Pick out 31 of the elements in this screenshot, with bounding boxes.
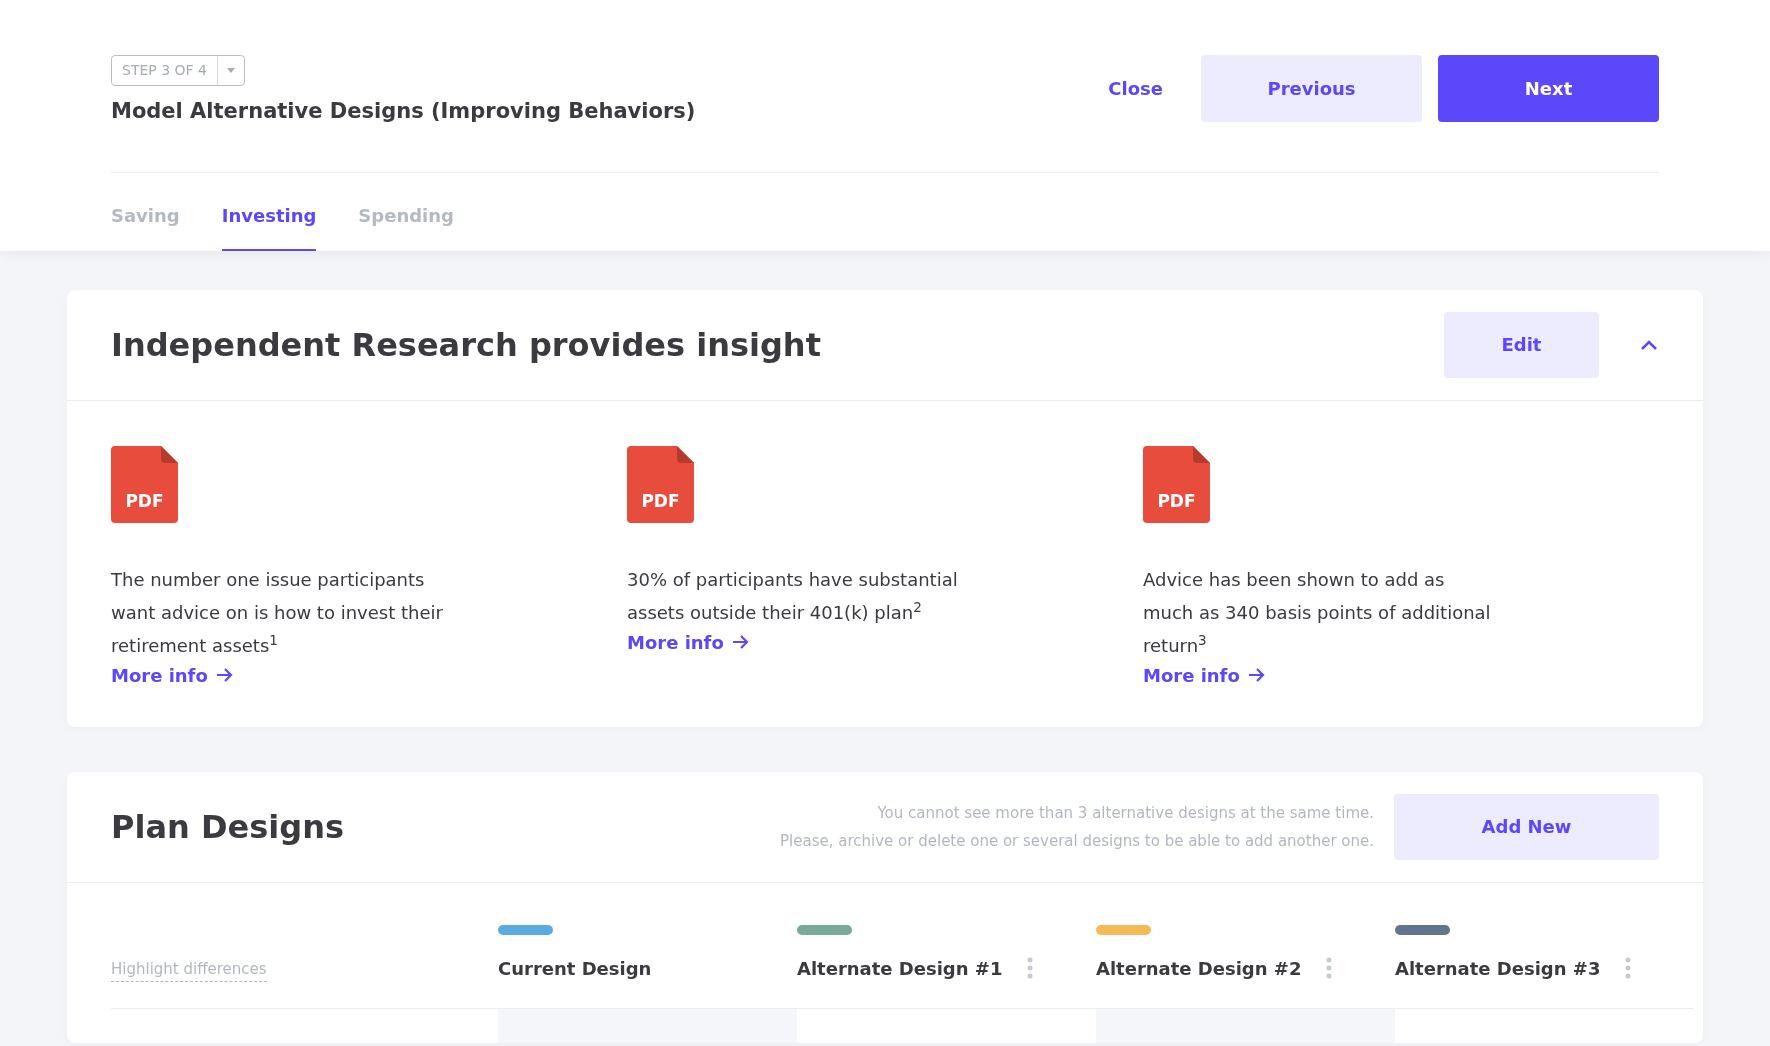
edit-button[interactable]: Edit	[1444, 311, 1599, 378]
more-info-link[interactable]: More info	[111, 661, 233, 689]
arrow-right-icon	[731, 635, 749, 649]
caret-icon	[226, 68, 235, 73]
info-text: Please, archive or delete one or several designs to be able to add another one.	[780, 830, 1374, 852]
design-name: Alternate Design #3	[1395, 956, 1602, 981]
research-text: 30% of participants have substantial assets outside their 401(k) plan$^{2}$	[627, 567, 959, 625]
more-info-link[interactable]: More info	[627, 628, 749, 656]
more-options-icon[interactable]	[1326, 957, 1332, 979]
previous-button[interactable]: Previous	[1201, 55, 1422, 122]
more-options-icon[interactable]	[1027, 957, 1033, 979]
arrow-right-icon	[1247, 668, 1265, 682]
pdf-icon[interactable]: PDF	[111, 445, 178, 523]
next-button[interactable]: Next	[1438, 55, 1659, 122]
pdf-icon[interactable]: PDF	[627, 445, 694, 523]
pdf-icon[interactable]: PDF	[1143, 445, 1210, 523]
card-title: Plan Designs	[111, 806, 344, 848]
design-name: Current Design	[498, 956, 653, 981]
more-options-icon[interactable]	[1625, 957, 1631, 979]
more-info-link[interactable]: More info	[1143, 661, 1265, 689]
info-text: You cannot see more than 3 alternative designs at the same time.	[876, 802, 1374, 824]
design-name: Alternate Design #1	[797, 956, 1004, 981]
design-name: Alternate Design #2	[1096, 956, 1303, 981]
add-new-button[interactable]: Add New	[1394, 793, 1659, 860]
arrow-right-icon	[215, 668, 233, 682]
page-title: Model Alternative Designs (Improving Behaviors)	[111, 98, 696, 125]
research-text: Advice has been shown to add as much as 340 basis points of additional return$^{3}$	[1143, 567, 1492, 658]
close-button[interactable]: Close	[1086, 55, 1185, 122]
card-title: Independent Research provides insight	[111, 324, 821, 366]
tab[interactable]: Investing	[221, 172, 317, 251]
research-text: The number one issue participants want advice on is how to invest their retirement assets$^{1}$	[111, 567, 444, 658]
